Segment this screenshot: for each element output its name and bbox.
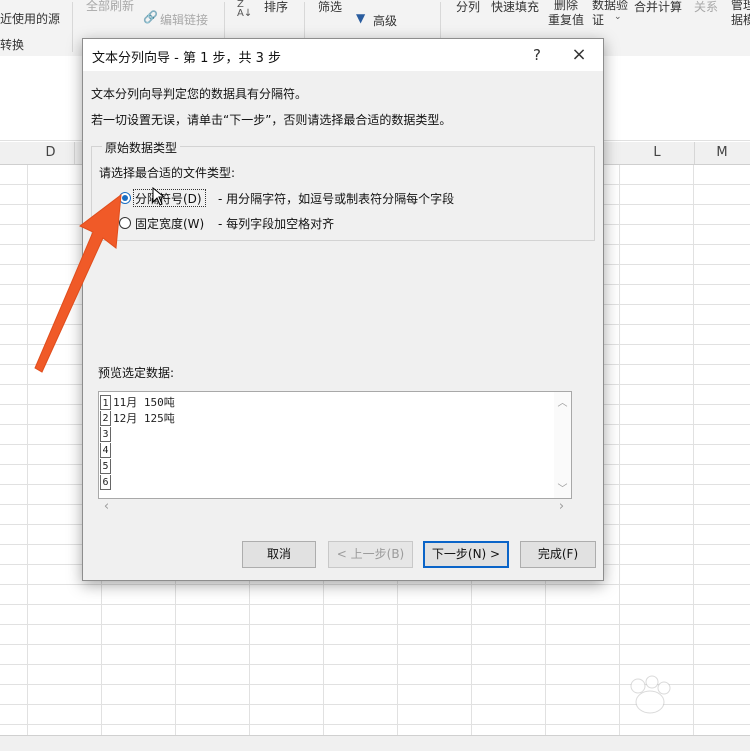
annotation-arrow-icon: [34, 193, 122, 373]
mouse-cursor-icon: [152, 187, 166, 206]
watermark-logo-icon: [630, 675, 671, 714]
annotation-arrow-shape: [34, 193, 122, 373]
